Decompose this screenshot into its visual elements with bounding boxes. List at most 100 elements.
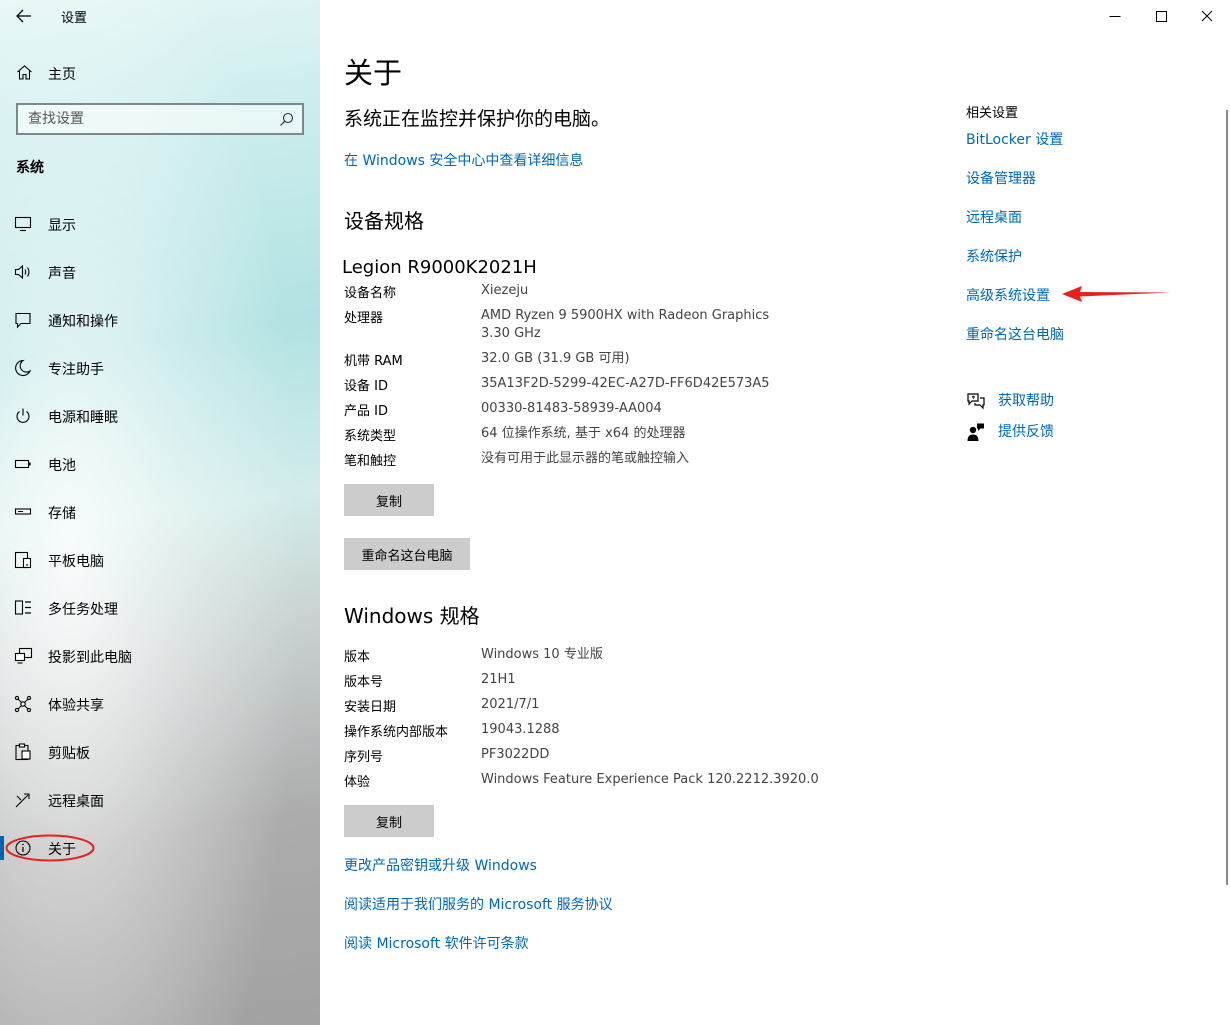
search-box[interactable] — [16, 103, 304, 135]
clipboard-icon — [15, 743, 31, 761]
sidebar-item-label: 体验共享 — [48, 698, 104, 714]
app-title: 设置 — [61, 11, 88, 26]
minimize-button[interactable] — [1092, 0, 1138, 32]
spec-value: 没有可用于此显示器的笔或触控输入 — [481, 451, 690, 466]
spec-value: Windows Feature Experience Pack 120.2212… — [481, 772, 819, 787]
spec-value: Windows 10 专业版 — [481, 647, 603, 662]
give-feedback-link[interactable]: 提供反馈 — [998, 421, 1054, 441]
annotation-arrow — [1062, 286, 1171, 302]
spec-key: 安装日期 — [344, 700, 397, 715]
rename-pc-link[interactable]: 重命名这台电脑 — [966, 324, 1064, 344]
sound-icon — [14, 264, 30, 280]
moon-icon — [15, 359, 32, 377]
sidebar-item-label: 远程桌面 — [48, 794, 104, 810]
sidebar-item-project-to-pc[interactable]: 投影到此电脑 — [0, 636, 320, 676]
sidebar-item-sound[interactable]: 声音 — [0, 252, 320, 292]
spec-value: 2021/7/1 — [481, 697, 540, 712]
feedback-person-icon — [967, 423, 984, 441]
sidebar-item-label: 通知和操作 — [48, 314, 118, 330]
sidebar-item-label: 投影到此电脑 — [48, 650, 132, 666]
sidebar-item-notifications[interactable]: 通知和操作 — [0, 300, 320, 340]
spec-key: 处理器 — [344, 311, 384, 326]
spec-key: 产品 ID — [344, 404, 388, 419]
sidebar-section-title: 系统 — [16, 160, 44, 176]
close-button[interactable] — [1184, 0, 1230, 32]
sidebar-item-label: 显示 — [48, 218, 76, 234]
spec-key: 机带 RAM — [344, 354, 403, 369]
title-bar: 设置 — [0, 0, 320, 32]
scrollbar[interactable] — [1226, 110, 1228, 885]
spec-value: 21H1 — [481, 672, 516, 687]
spec-value: AMD Ryzen 9 5900HX with Radeon Graphics — [481, 308, 770, 323]
battery-icon — [14, 459, 31, 469]
spec-value: 19043.1288 — [481, 722, 560, 737]
device-manager-link[interactable]: 设备管理器 — [966, 168, 1036, 188]
spec-key: 操作系统内部版本 — [344, 725, 449, 740]
sidebar-item-label: 电源和睡眠 — [48, 410, 118, 426]
sidebar-item-multitasking[interactable]: 多任务处理 — [0, 588, 320, 628]
sidebar: 设置 主页 系统 显示 声音 — [0, 0, 320, 1025]
sidebar-item-label: 平板电脑 — [48, 554, 104, 570]
home-label: 主页 — [48, 67, 76, 83]
copy-device-specs-button[interactable]: 复制 — [344, 484, 434, 516]
project-icon — [14, 647, 33, 664]
windows-specs-heading: Windows 规格 — [344, 604, 480, 628]
back-button[interactable] — [12, 4, 36, 28]
sidebar-item-label: 电池 — [48, 458, 76, 474]
sidebar-item-clipboard[interactable]: 剪贴板 — [0, 732, 320, 772]
get-help-row[interactable]: 获取帮助 — [966, 390, 1166, 412]
spec-value-line2: 3.30 GHz — [481, 326, 541, 341]
selection-indicator — [0, 836, 4, 860]
help-chat-icon — [967, 393, 985, 410]
give-feedback-row[interactable]: 提供反馈 — [966, 421, 1166, 443]
sidebar-item-label: 专注助手 — [48, 362, 104, 378]
sidebar-item-home[interactable]: 主页 — [0, 56, 320, 90]
spec-value: 35A13F2D-5299-42EC-A27D-FF6D42E573A5 — [481, 376, 770, 391]
spec-value: 32.0 GB (31.9 GB 可用) — [481, 351, 630, 366]
advanced-system-settings-link[interactable]: 高级系统设置 — [966, 285, 1050, 305]
get-help-link[interactable]: 获取帮助 — [998, 390, 1054, 410]
sidebar-item-battery[interactable]: 电池 — [0, 444, 320, 484]
protection-status-text: 系统正在监控并保护你的电脑。 — [344, 108, 611, 130]
license-terms-link[interactable]: 阅读 Microsoft 软件许可条款 — [344, 933, 529, 953]
sidebar-item-power-sleep[interactable]: 电源和睡眠 — [0, 396, 320, 436]
search-input[interactable] — [18, 105, 268, 133]
sidebar-item-label: 多任务处理 — [48, 602, 118, 618]
system-protection-link[interactable]: 系统保护 — [966, 246, 1022, 266]
service-agreement-link[interactable]: 阅读适用于我们服务的 Microsoft 服务协议 — [344, 894, 613, 914]
power-icon — [16, 408, 30, 423]
spec-value: Xiezeju — [481, 283, 529, 298]
remote-desktop-link[interactable]: 远程桌面 — [966, 207, 1022, 227]
main-content: 关于 系统正在监控并保护你的电脑。 在 Windows 安全中心中查看详细信息 … — [320, 0, 1230, 1025]
rename-pc-button[interactable]: 重命名这台电脑 — [344, 538, 470, 570]
sidebar-item-storage[interactable]: 存储 — [0, 492, 320, 532]
storage-icon — [14, 508, 32, 515]
back-arrow-icon — [16, 9, 31, 23]
bitlocker-settings-link[interactable]: BitLocker 设置 — [966, 129, 1063, 149]
security-center-link[interactable]: 在 Windows 安全中心中查看详细信息 — [344, 150, 583, 170]
share-icon — [14, 695, 32, 713]
change-product-key-link[interactable]: 更改产品密钥或升级 Windows — [344, 855, 537, 875]
sidebar-item-shared-experiences[interactable]: 体验共享 — [0, 684, 320, 724]
spec-key: 设备 ID — [344, 379, 388, 394]
sidebar-item-remote-desktop[interactable]: 远程桌面 — [0, 780, 320, 820]
annotation-ellipse — [5, 834, 95, 862]
related-settings-title: 相关设置 — [966, 106, 1019, 121]
sidebar-item-display[interactable]: 显示 — [0, 204, 320, 244]
minimize-icon — [1109, 16, 1121, 17]
multitask-icon — [14, 600, 31, 615]
sidebar-item-focus-assist[interactable]: 专注助手 — [0, 348, 320, 388]
spec-key: 系统类型 — [344, 429, 397, 444]
spec-key: 序列号 — [344, 750, 384, 765]
spec-key: 笔和触控 — [344, 454, 397, 469]
spec-key: 设备名称 — [344, 286, 397, 301]
sidebar-item-tablet[interactable]: 平板电脑 — [0, 540, 320, 580]
maximize-icon — [1156, 11, 1167, 22]
maximize-button[interactable] — [1138, 0, 1184, 32]
spec-value: 00330-81483-58939-AA004 — [481, 401, 662, 416]
remote-desktop-icon — [15, 793, 30, 808]
device-specs-heading: 设备规格 — [344, 209, 424, 233]
home-icon — [17, 65, 32, 80]
copy-windows-specs-button[interactable]: 复制 — [344, 805, 434, 837]
device-model: Legion R9000K2021H — [342, 257, 537, 278]
